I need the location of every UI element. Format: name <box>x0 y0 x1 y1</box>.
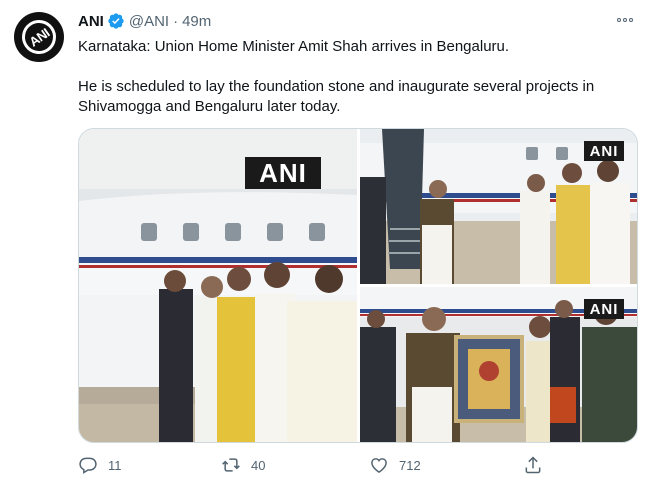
tweet-text: Karnataka: Union Home Minister Amit Shah… <box>78 37 638 117</box>
photo-3-watermark: ANI <box>584 299 624 319</box>
photo-1-watermark: ANI <box>245 157 321 189</box>
verified-badge-icon <box>107 12 125 30</box>
retweet-button[interactable]: 40 <box>221 455 265 475</box>
media-grid: ANI ANI ANI <box>78 128 638 443</box>
photo-2[interactable]: ANI <box>360 129 637 284</box>
avatar-logo-text: ANI <box>26 24 52 50</box>
tweet-text-line-2: He is scheduled to lay the foundation st… <box>78 78 595 115</box>
reply-icon <box>78 455 98 475</box>
photo-1[interactable]: ANI <box>79 129 357 442</box>
reply-count: 11 <box>108 457 122 473</box>
author-handle[interactable]: @ANI <box>129 13 169 30</box>
share-icon <box>523 455 543 475</box>
ani-logo-icon: ANI <box>15 13 63 61</box>
author-name[interactable]: ANI <box>78 13 104 30</box>
photo-3[interactable]: ANI <box>360 287 637 442</box>
tweet[interactable]: ANI ANI @ANI · 49m Karnataka: Union Home… <box>0 0 647 486</box>
author-avatar[interactable]: ANI <box>14 12 64 62</box>
header-separator: · <box>173 12 179 30</box>
tweet-actions: 11 40 712 <box>78 453 548 477</box>
like-icon <box>369 455 389 475</box>
tweet-header: ANI @ANI · 49m <box>78 11 211 31</box>
retweet-count: 40 <box>251 457 266 473</box>
tweet-timestamp[interactable]: 49m <box>182 13 211 30</box>
tweet-text-line-1: Karnataka: Union Home Minister Amit Shah… <box>78 38 510 55</box>
photo-2-watermark: ANI <box>584 141 624 161</box>
like-count: 712 <box>399 457 421 473</box>
reply-button[interactable]: 11 <box>78 455 122 475</box>
share-button[interactable] <box>523 455 543 475</box>
like-button[interactable]: 712 <box>369 455 421 475</box>
retweet-icon <box>221 455 241 475</box>
more-options-icon[interactable] <box>614 13 636 27</box>
